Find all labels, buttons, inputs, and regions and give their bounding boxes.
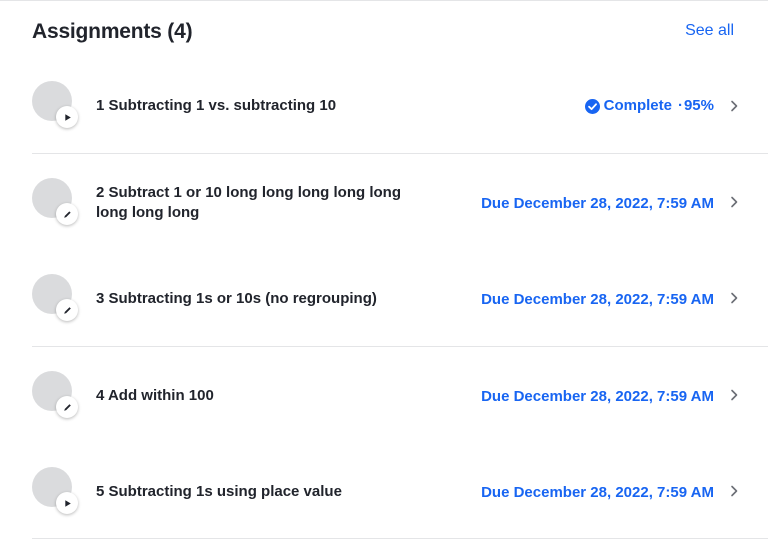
due-date-label: Due December 28, 2022, 7:59 AM — [481, 291, 714, 308]
due-date-label: Due December 28, 2022, 7:59 AM — [481, 484, 714, 501]
assignment-row-2[interactable]: 2 Subtract 1 or 10 long long long long l… — [32, 154, 768, 250]
assignment-row-5[interactable]: 5 Subtracting 1s using place value Due D… — [32, 443, 768, 538]
top-divider — [0, 0, 768, 1]
due-date: Due December 28, 2022, 7:59 AM — [481, 482, 714, 504]
pencil-icon — [56, 299, 78, 321]
assignment-title: 5 Subtracting 1s using place value — [96, 483, 342, 500]
pencil-icon — [56, 203, 78, 225]
assignment-title: 4 Add within 100 — [96, 387, 214, 404]
assignment-row-1[interactable]: 1 Subtracting 1 vs. subtracting 10 Compl… — [32, 64, 768, 154]
chevron-right-icon — [728, 292, 740, 304]
completion-status: Complete · 95% — [584, 95, 714, 117]
status-separator: · — [677, 97, 683, 114]
assignment-title: 1 Subtracting 1 vs. subtracting 10 — [96, 97, 337, 114]
assignments-header: Assignments (4) See all — [32, 18, 736, 46]
assignment-row-3[interactable]: 3 Subtracting 1s or 10s (no regrouping) … — [32, 250, 768, 347]
play-icon — [56, 106, 78, 128]
status-label: Complete — [603, 97, 672, 114]
bottom-divider — [32, 538, 768, 539]
assignment-title: 3 Subtracting 1s or 10s (no regrouping) — [96, 290, 377, 307]
due-date: Due December 28, 2022, 7:59 AM — [481, 289, 714, 311]
chevron-right-icon — [728, 196, 740, 208]
chevron-right-icon — [728, 100, 740, 112]
score-value: 95% — [683, 97, 714, 114]
assignment-row-4[interactable]: 4 Add within 100 Due December 28, 2022, … — [32, 347, 768, 443]
due-date: Due December 28, 2022, 7:59 AM — [481, 193, 714, 215]
due-date-label: Due December 28, 2022, 7:59 AM — [481, 388, 714, 405]
check-circle-icon — [584, 98, 600, 114]
play-icon — [56, 492, 78, 514]
assignment-title: 2 Subtract 1 or 10 long long long long l… — [96, 184, 401, 221]
pencil-icon — [56, 396, 78, 418]
due-date: Due December 28, 2022, 7:59 AM — [481, 386, 714, 408]
due-date-label: Due December 28, 2022, 7:59 AM — [481, 195, 714, 212]
section-title: Assignments (4) — [32, 20, 193, 43]
chevron-right-icon — [728, 389, 740, 401]
chevron-right-icon — [728, 485, 740, 497]
see-all-link[interactable]: See all — [685, 20, 734, 42]
